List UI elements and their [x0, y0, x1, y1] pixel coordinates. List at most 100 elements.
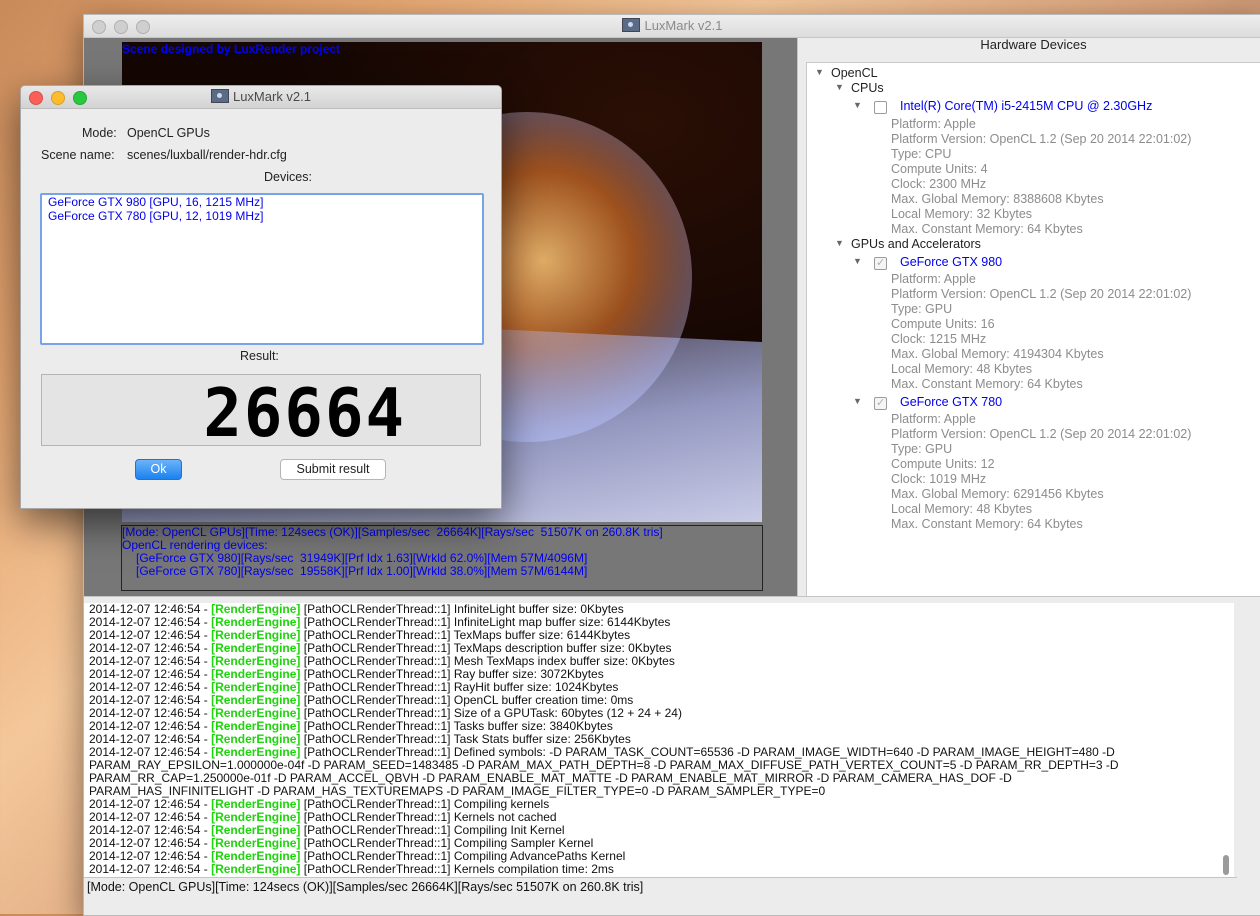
- tree-row: Max. Global Memory: 6291456 Kbytes: [891, 487, 1104, 502]
- log-line: 2014-12-07 12:46:54 - [RenderEngine] [Pa…: [84, 863, 1234, 876]
- gpu-property: Platform Version: OpenCL 1.2 (Sep 20 201…: [891, 287, 1192, 301]
- log-scrollbar[interactable]: [1223, 855, 1229, 875]
- close-icon[interactable]: [92, 20, 106, 34]
- gpu-property: Type: GPU: [891, 302, 953, 316]
- close-icon[interactable]: [29, 91, 43, 105]
- log-timestamp: 2014-12-07 12:46:54 -: [89, 862, 212, 876]
- log-timestamp: 2014-12-07 12:46:54 -: [89, 641, 212, 655]
- log-engine-tag: [RenderEngine]: [211, 628, 301, 642]
- log-timestamp: 2014-12-07 12:46:54 -: [89, 719, 212, 733]
- scene-credit: Scene designed by LuxRender project: [122, 42, 341, 56]
- disclosure-triangle-icon[interactable]: ▼: [853, 256, 862, 266]
- disclosure-triangle-icon[interactable]: ▼: [853, 100, 862, 110]
- submit-result-button[interactable]: Submit result: [280, 459, 386, 480]
- log-message: [PathOCLRenderThread::1] RayHit buffer s…: [300, 680, 619, 694]
- vertical-splitter[interactable]: [797, 38, 806, 596]
- ok-button[interactable]: Ok: [135, 459, 182, 480]
- gpu-property: Platform: Apple: [891, 272, 976, 286]
- gpu-property: Clock: 1019 MHz: [891, 472, 987, 486]
- gpu-device-name[interactable]: GeForce GTX 780: [900, 395, 1002, 409]
- log-engine-tag: [RenderEngine]: [211, 667, 301, 681]
- main-titlebar: LuxMark v2.1: [84, 15, 1260, 38]
- horizontal-splitter[interactable]: [84, 596, 1260, 603]
- log-engine-tag: [RenderEngine]: [211, 719, 301, 733]
- tree-row: Local Memory: 48 Kbytes: [891, 502, 1032, 517]
- log-message: [PathOCLRenderThread::1] Tasks buffer si…: [300, 719, 613, 733]
- tree-row: Local Memory: 32 Kbytes: [891, 207, 1032, 222]
- result-value: 26664: [203, 375, 406, 453]
- log-message: [PathOCLRenderThread::1] Compiling Advan…: [300, 849, 626, 863]
- disclosure-triangle-icon[interactable]: ▼: [853, 396, 862, 406]
- gpu-property: Local Memory: 48 Kbytes: [891, 502, 1033, 516]
- tree-row: Type: GPU: [891, 442, 952, 457]
- log-engine-tag: [RenderEngine]: [211, 706, 301, 720]
- tree-row: Clock: 1215 MHz: [891, 332, 986, 347]
- log-timestamp: 2014-12-07 12:46:54 -: [89, 628, 212, 642]
- scene-label: Scene name:: [41, 148, 115, 162]
- tree-row: Max. Global Memory: 8388608 Kbytes: [891, 192, 1104, 207]
- tree-row: Max. Constant Memory: 64 Kbytes: [891, 517, 1083, 532]
- tree-row: Type: GPU: [891, 302, 952, 317]
- log-message: [PathOCLRenderThread::1] TexMaps descrip…: [300, 641, 672, 655]
- minimize-icon[interactable]: [114, 20, 128, 34]
- device-checkbox[interactable]: [874, 256, 887, 270]
- render-stats: [Mode: OpenCL GPUs][Time: 124secs (OK)][…: [121, 525, 763, 591]
- log-message: [PathOCLRenderThread::1] Mesh TexMaps in…: [300, 654, 675, 668]
- gpu-device-name[interactable]: GeForce GTX 980: [900, 255, 1002, 269]
- log-message: [PathOCLRenderThread::1] OpenCL buffer c…: [300, 693, 634, 707]
- tree-gpus[interactable]: GPUs and Accelerators: [851, 237, 981, 251]
- devices-list[interactable]: GeForce GTX 980 [GPU, 16, 1215 MHz] GeFo…: [40, 193, 484, 345]
- log-message: [PathOCLRenderThread::1] Task Stats buff…: [300, 732, 631, 746]
- log-message: [PathOCLRenderThread::1] Defined symbols…: [300, 745, 1115, 759]
- cpu-property: Platform Version: OpenCL 1.2 (Sep 20 201…: [891, 132, 1192, 146]
- tree-row[interactable]: Intel(R) Core(TM) i5-2415M CPU @ 2.30GHz: [900, 99, 1152, 114]
- log-message: PARAM_RAY_EPSILON=1.000000e-04f -D PARAM…: [89, 758, 1119, 772]
- device-item[interactable]: GeForce GTX 980 [GPU, 16, 1215 MHz]: [42, 195, 482, 209]
- disclosure-triangle-icon[interactable]: ▼: [835, 82, 844, 92]
- device-checkbox[interactable]: [874, 396, 887, 410]
- tree-row[interactable]: GeForce GTX 980: [900, 255, 1002, 270]
- tree-row: Compute Units: 12: [891, 457, 995, 472]
- status-bar: [Mode: OpenCL GPUs][Time: 124secs (OK)][…: [84, 877, 1237, 896]
- log-timestamp: 2014-12-07 12:46:54 -: [89, 810, 212, 824]
- cpu-property: Type: CPU: [891, 147, 952, 161]
- log-message: [PathOCLRenderThread::1] InfiniteLight m…: [300, 615, 671, 629]
- minimize-icon[interactable]: [51, 91, 65, 105]
- tree-row[interactable]: CPUs: [851, 81, 884, 96]
- tree-row: Clock: 1019 MHz: [891, 472, 986, 487]
- log-engine-tag: [RenderEngine]: [211, 641, 301, 655]
- device-item[interactable]: GeForce GTX 780 [GPU, 12, 1019 MHz]: [42, 209, 482, 223]
- log-engine-tag: [RenderEngine]: [211, 823, 301, 837]
- disclosure-triangle-icon[interactable]: ▼: [815, 67, 824, 77]
- log-engine-tag: [RenderEngine]: [211, 732, 301, 746]
- tree-row[interactable]: OpenCL: [831, 66, 878, 81]
- zoom-icon[interactable]: [136, 20, 150, 34]
- log-message: [PathOCLRenderThread::1] TexMaps buffer …: [300, 628, 631, 642]
- device-checkbox[interactable]: [874, 101, 887, 114]
- result-display: 26664: [41, 374, 481, 453]
- log-engine-tag: [RenderEngine]: [211, 810, 301, 824]
- log-panel[interactable]: 2014-12-07 12:46:54 - [RenderEngine] [Pa…: [84, 603, 1234, 877]
- gpu-property: Max. Constant Memory: 64 Kbytes: [891, 517, 1083, 531]
- tree-cpus[interactable]: CPUs: [851, 81, 884, 95]
- tree-root-opencl[interactable]: OpenCL: [831, 66, 878, 80]
- tree-row: Platform Version: OpenCL 1.2 (Sep 20 201…: [891, 132, 1191, 147]
- gpu-property: Clock: 1215 MHz: [891, 332, 987, 346]
- cpu-property: Max. Constant Memory: 64 Kbytes: [891, 222, 1083, 236]
- tree-row: Platform Version: OpenCL 1.2 (Sep 20 201…: [891, 287, 1191, 302]
- log-engine-tag: [RenderEngine]: [211, 849, 301, 863]
- tree-row[interactable]: GPUs and Accelerators: [851, 237, 981, 252]
- log-timestamp: 2014-12-07 12:46:54 -: [89, 706, 212, 720]
- zoom-icon[interactable]: [73, 91, 87, 105]
- disclosure-triangle-icon[interactable]: ▼: [835, 238, 844, 248]
- devices-label: Devices:: [264, 170, 312, 184]
- cpu-device-name[interactable]: Intel(R) Core(TM) i5-2415M CPU @ 2.30GHz: [900, 99, 1152, 113]
- log-message: [PathOCLRenderThread::1] Size of a GPUTa…: [300, 706, 682, 720]
- tree-row: Compute Units: 4: [891, 162, 988, 177]
- log-engine-tag: [RenderEngine]: [211, 654, 301, 668]
- tree-row: Local Memory: 48 Kbytes: [891, 362, 1032, 377]
- log-message: [PathOCLRenderThread::1] Compiling Sampl…: [300, 836, 594, 850]
- log-message: [PathOCLRenderThread::1] Compiling kerne…: [300, 797, 550, 811]
- scene-value: scenes/luxball/render-hdr.cfg: [127, 148, 287, 162]
- tree-row[interactable]: GeForce GTX 780: [900, 395, 1002, 410]
